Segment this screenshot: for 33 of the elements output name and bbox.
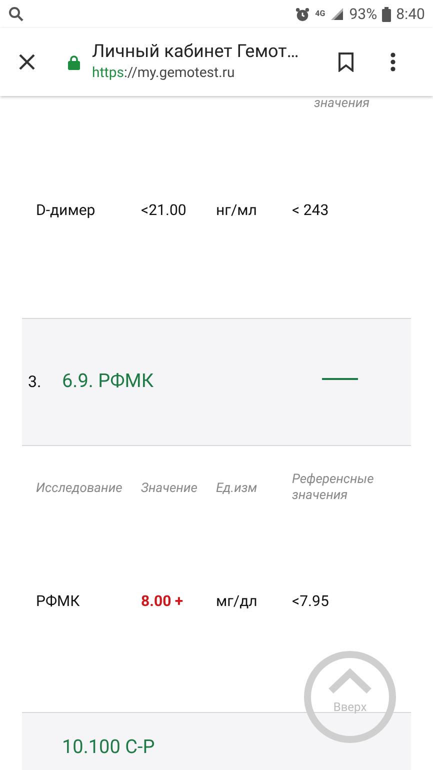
network-type: 4G [315, 10, 326, 18]
bookmark-icon[interactable] [338, 52, 354, 72]
section-header[interactable]: 3. 6.9. РФМК [22, 318, 411, 446]
table-cell-text: нг/мл [216, 200, 258, 221]
battery-icon [382, 6, 392, 22]
signal-icon [330, 7, 344, 21]
section-number: 3. [28, 370, 42, 392]
section-header[interactable]: 10.100 С-Р [22, 712, 411, 770]
table-cell-text: D-димер [36, 200, 96, 221]
section-title: 6.9. РФМК [62, 368, 155, 394]
table-cell-text: < 243 [292, 200, 330, 221]
column-heading: Исследование [36, 480, 124, 498]
column-heading: Референсные значения [292, 472, 375, 504]
table-cell-text: мг/дл [216, 590, 258, 612]
close-icon[interactable] [18, 53, 36, 71]
column-heading: Ед.изм [216, 480, 258, 498]
table-cell-text: РФМК [36, 590, 81, 612]
battery-level: 93% [349, 4, 378, 25]
section-title: 10.100 С-Р [62, 734, 155, 760]
table-cell-text: <7.95 [292, 590, 330, 612]
column-heading: Значение [141, 480, 198, 498]
table-cell-text: <21.00 [141, 200, 188, 221]
chevron-up-icon [327, 668, 373, 694]
lock-icon [68, 54, 80, 70]
menu-icon[interactable] [390, 52, 396, 72]
search-icon [8, 6, 24, 22]
alarm-icon [295, 6, 310, 22]
table-cell-text: 8.00 + [141, 590, 184, 612]
page-url[interactable]: https://my.gemotest.ru [92, 62, 322, 84]
collapse-icon[interactable] [322, 376, 358, 380]
clock: 8:40 [396, 4, 425, 25]
page-title: Личный кабинет Гемот… [92, 40, 300, 62]
column-heading: значения [314, 96, 371, 112]
